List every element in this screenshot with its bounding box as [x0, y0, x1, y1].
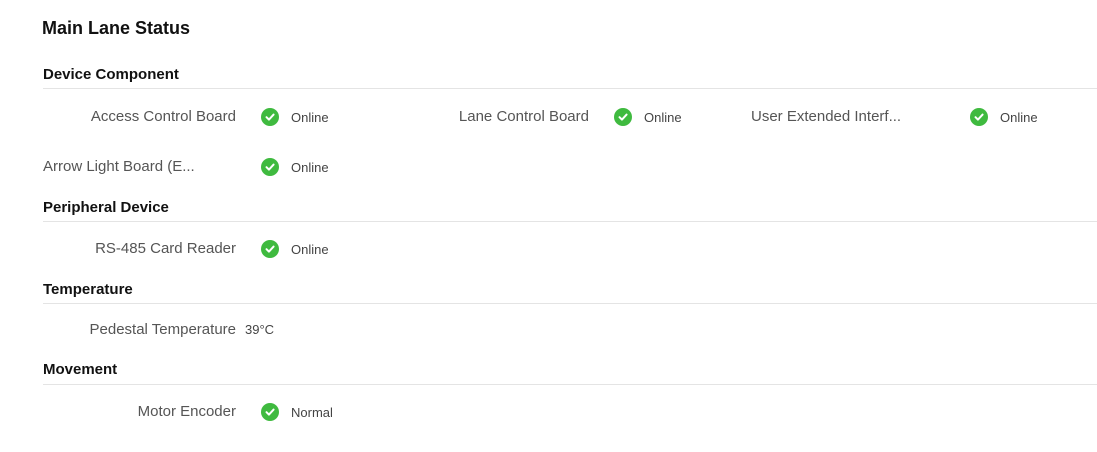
- status-row: RS-485 Card Reader Online: [0, 237, 1097, 261]
- check-circle-icon: [261, 158, 279, 176]
- status-text: Online: [644, 109, 682, 125]
- status-text: Online: [291, 109, 329, 125]
- section-divider: [43, 303, 1097, 304]
- section-title-movement: Movement: [43, 361, 118, 378]
- status-text: Normal: [291, 404, 333, 420]
- status-row: Motor Encoder Normal: [0, 400, 1097, 424]
- check-circle-icon: [261, 240, 279, 258]
- motor-encoder-status: Normal: [261, 400, 333, 424]
- status-text: Online: [291, 159, 329, 175]
- arrow-light-board-status: Online: [261, 155, 329, 179]
- access-control-board-label: Access Control Board: [90, 108, 236, 125]
- user-extended-interface-label: User Extended Interf...: [751, 108, 902, 125]
- lane-control-board-status: Online: [614, 105, 682, 129]
- check-circle-icon: [614, 108, 632, 126]
- motor-encoder-label: Motor Encoder: [137, 403, 236, 420]
- status-row: Arrow Light Board (E... Online: [0, 155, 1097, 179]
- status-row: Pedestal Temperature 39°C: [0, 318, 1097, 342]
- check-circle-icon: [261, 108, 279, 126]
- rs485-card-reader-label: RS-485 Card Reader: [95, 240, 236, 257]
- section-title-peripheral-device: Peripheral Device: [43, 199, 169, 216]
- status-row: Access Control Board Online Lane Control…: [0, 105, 1097, 129]
- status-text: Online: [291, 241, 329, 257]
- section-divider: [43, 221, 1097, 222]
- section-title-device-component: Device Component: [43, 66, 179, 83]
- section-divider: [43, 88, 1097, 89]
- arrow-light-board-label: Arrow Light Board (E...: [43, 158, 195, 175]
- check-circle-icon: [261, 403, 279, 421]
- section-divider: [43, 384, 1097, 385]
- pedestal-temperature-value: 39°C: [245, 322, 275, 337]
- user-extended-interface-status: Online: [970, 105, 1038, 129]
- pedestal-temperature-label: Pedestal Temperature: [89, 321, 236, 338]
- lane-control-board-label: Lane Control Board: [458, 108, 589, 125]
- section-title-temperature: Temperature: [43, 281, 133, 298]
- rs485-card-reader-status: Online: [261, 237, 329, 261]
- page-title: Main Lane Status: [42, 18, 191, 38]
- check-circle-icon: [970, 108, 988, 126]
- status-text: Online: [1000, 109, 1038, 125]
- access-control-board-status: Online: [261, 105, 329, 129]
